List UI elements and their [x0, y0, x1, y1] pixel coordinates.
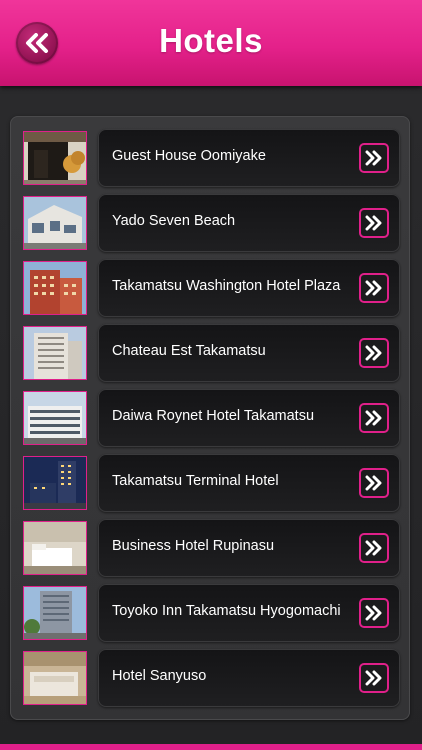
open-hotel-button[interactable]	[359, 208, 389, 238]
hotel-list-panel: Guest House Oomiyake Yado Seven Beach Ta…	[10, 116, 410, 720]
hotel-thumbnail	[23, 131, 87, 185]
hotel-card[interactable]: Guest House Oomiyake	[98, 129, 400, 187]
list-item[interactable]: Yado Seven Beach	[22, 194, 400, 252]
list-item[interactable]: Business Hotel Rupinasu	[22, 519, 400, 577]
hotel-thumbnail	[23, 521, 87, 575]
double-chevron-right-icon	[365, 605, 382, 621]
hotel-thumbnail	[23, 196, 87, 250]
list-item[interactable]: Toyoko Inn Takamatsu Hyogomachi	[22, 584, 400, 642]
list-item[interactable]: Guest House Oomiyake	[22, 129, 400, 187]
hotel-name: Business Hotel Rupinasu	[112, 538, 275, 554]
hotel-name: Toyoko Inn Takamatsu Hyogomachi	[112, 603, 341, 619]
list-item[interactable]: Chateau Est Takamatsu	[22, 324, 400, 382]
open-hotel-button[interactable]	[359, 273, 389, 303]
hotel-name: Guest House Oomiyake	[112, 148, 266, 164]
hotel-name: Chateau Est Takamatsu	[112, 343, 266, 359]
list-item[interactable]: Daiwa Roynet Hotel Takamatsu	[22, 389, 400, 447]
double-chevron-right-icon	[365, 215, 382, 231]
double-chevron-right-icon	[365, 150, 382, 166]
double-chevron-right-icon	[365, 540, 382, 556]
app-header: Hotels	[0, 0, 422, 86]
hotel-name: Yado Seven Beach	[112, 213, 236, 229]
open-hotel-button[interactable]	[359, 143, 389, 173]
open-hotel-button[interactable]	[359, 533, 389, 563]
hotel-thumbnail	[23, 586, 87, 640]
hotel-card[interactable]: Hotel Sanyuso	[98, 649, 400, 707]
double-chevron-right-icon	[365, 475, 382, 491]
double-chevron-right-icon	[365, 345, 382, 361]
open-hotel-button[interactable]	[359, 338, 389, 368]
hotel-thumbnail	[23, 326, 87, 380]
hotel-name: Daiwa Roynet Hotel Takamatsu	[112, 408, 315, 424]
hotel-card[interactable]: Takamatsu Terminal Hotel	[98, 454, 400, 512]
hotel-name: Hotel Sanyuso	[112, 668, 207, 684]
hotel-name: Takamatsu Washington Hotel Plaza	[112, 278, 341, 294]
hotel-name: Takamatsu Terminal Hotel	[112, 473, 279, 489]
hotel-thumbnail	[23, 391, 87, 445]
hotel-thumbnail	[23, 456, 87, 510]
hotel-thumbnail	[23, 261, 87, 315]
bottom-accent-bar	[0, 744, 422, 750]
list-item[interactable]: Takamatsu Washington Hotel Plaza	[22, 259, 400, 317]
hotel-card[interactable]: Daiwa Roynet Hotel Takamatsu	[98, 389, 400, 447]
open-hotel-button[interactable]	[359, 468, 389, 498]
page-title: Hotels	[159, 22, 263, 59]
hotel-card[interactable]: Chateau Est Takamatsu	[98, 324, 400, 382]
double-chevron-right-icon	[365, 670, 382, 686]
hotel-card[interactable]: Takamatsu Washington Hotel Plaza	[98, 259, 400, 317]
double-chevron-right-icon	[365, 280, 382, 296]
open-hotel-button[interactable]	[359, 598, 389, 628]
list-item[interactable]: Takamatsu Terminal Hotel	[22, 454, 400, 512]
hotel-thumbnail	[23, 651, 87, 705]
list-item[interactable]: Hotel Sanyuso	[22, 649, 400, 707]
hotel-card[interactable]: Yado Seven Beach	[98, 194, 400, 252]
hotel-card[interactable]: Toyoko Inn Takamatsu Hyogomachi	[98, 584, 400, 642]
open-hotel-button[interactable]	[359, 403, 389, 433]
double-chevron-right-icon	[365, 410, 382, 426]
hotel-card[interactable]: Business Hotel Rupinasu	[98, 519, 400, 577]
open-hotel-button[interactable]	[359, 663, 389, 693]
